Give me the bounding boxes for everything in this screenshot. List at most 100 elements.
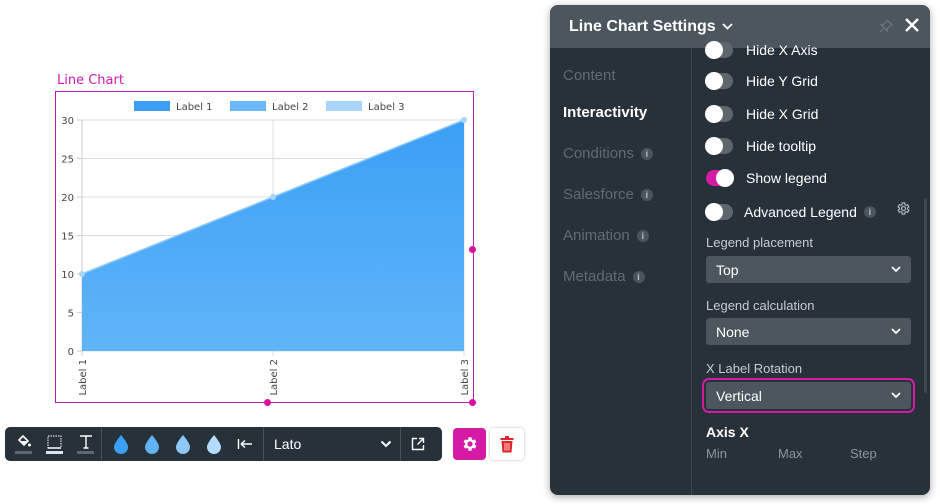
legend-settings-gear-icon[interactable] — [896, 201, 911, 216]
nav-item-salesforce[interactable]: Salesforce i — [563, 186, 653, 203]
chevron-down-icon[interactable] — [722, 23, 733, 30]
text-icon — [79, 434, 92, 449]
axis-x-step-label: Step — [850, 446, 877, 461]
y-tick-label: 0 — [68, 347, 74, 358]
resize-handle-bottom[interactable] — [264, 399, 271, 406]
info-icon[interactable]: i — [636, 229, 649, 242]
hide-tooltip-toggle[interactable] — [705, 137, 733, 155]
font-select[interactable]: Lato — [264, 427, 400, 461]
legend-label: Label 3 — [368, 102, 405, 113]
toggle-row-advanced-legend: Advanced Legend i — [705, 203, 876, 221]
widget-title: Line Chart — [57, 73, 124, 88]
legend-placement-label: Legend placement — [706, 235, 813, 250]
hide-x-axis-toggle[interactable] — [705, 41, 733, 59]
chevron-down-icon — [380, 440, 392, 448]
x-label-rotation-select[interactable]: Vertical — [702, 378, 915, 413]
arrow-to-left-icon — [237, 439, 252, 449]
toggle-label: Hide X Axis — [746, 42, 818, 58]
toggle-label: Hide tooltip — [746, 138, 817, 154]
legend-calculation-label: Legend calculation — [706, 298, 815, 313]
external-link-icon — [411, 437, 425, 451]
chevron-down-icon — [891, 266, 901, 273]
legend-label: Label 1 — [176, 102, 213, 113]
x-label-rotation-label: X Label Rotation — [706, 361, 803, 376]
legend-placement-value: Top — [716, 261, 739, 278]
axis-x-min-label: Min — [706, 446, 727, 461]
resize-handle-right[interactable] — [469, 246, 476, 253]
line-chart: 0 5 10 15 20 25 30 Label 1 Label 2 Label 3 Label 1… — [61, 101, 471, 396]
gear-icon — [463, 437, 476, 451]
x-tick-label: Label 3 — [460, 359, 471, 396]
show-legend-toggle[interactable] — [706, 169, 734, 187]
info-icon[interactable]: i — [640, 147, 653, 160]
toggle-row-hide-y-grid: Hide Y Grid — [705, 72, 818, 90]
legend-swatch — [134, 101, 170, 111]
paint-bucket-icon — [17, 434, 31, 446]
nav-item-animation[interactable]: Animation i — [563, 227, 649, 244]
font-select-value: Lato — [274, 436, 302, 452]
drop-icon — [175, 435, 190, 454]
resize-handle-corner[interactable] — [469, 399, 476, 406]
color-drop-2[interactable] — [136, 427, 167, 461]
legend-calculation-select[interactable]: None — [706, 318, 911, 345]
align-left-button[interactable] — [229, 427, 260, 461]
pin-icon[interactable] — [879, 19, 893, 33]
color-drop-4[interactable] — [198, 427, 229, 461]
settings-content: Hide X Axis Hide Y Grid Hide X Grid Hide… — [693, 41, 930, 495]
text-color-button[interactable] — [70, 427, 101, 461]
chevron-down-icon — [891, 392, 901, 399]
settings-panel: Line Chart Settings Content Interactivit… — [550, 5, 930, 495]
legend-placement-select[interactable]: Top — [706, 256, 911, 283]
toggle-label: Advanced Legend — [744, 204, 857, 220]
drop-icon — [113, 435, 128, 454]
y-tick-label: 25 — [61, 155, 74, 166]
fill-color-button[interactable] — [8, 427, 39, 461]
hide-y-grid-toggle[interactable] — [705, 72, 733, 90]
advanced-legend-toggle[interactable] — [705, 203, 733, 221]
panel-title[interactable]: Line Chart Settings — [569, 18, 716, 36]
nav-item-interactivity[interactable]: Interactivity — [563, 104, 647, 121]
border-button[interactable] — [39, 427, 70, 461]
y-tick-label: 30 — [61, 116, 74, 127]
y-tick-label: 10 — [61, 270, 74, 281]
nav-item-conditions[interactable]: Conditions i — [563, 145, 653, 162]
toggle-row-hide-x-grid: Hide X Grid — [705, 105, 819, 123]
nav-item-metadata[interactable]: Metadata i — [563, 268, 645, 285]
color-drop-1[interactable] — [105, 427, 136, 461]
toggle-row-show-legend: Show legend — [706, 169, 827, 187]
hide-x-grid-toggle[interactable] — [705, 105, 733, 123]
x-tick-label: Label 1 — [78, 359, 89, 396]
toggle-label: Hide X Grid — [746, 106, 819, 122]
side-nav: Content Interactivity Conditions i Sales… — [550, 48, 692, 495]
nav-item-content[interactable]: Content — [563, 67, 616, 84]
data-point — [79, 271, 85, 277]
y-tick-label: 15 — [61, 232, 74, 243]
trash-icon — [500, 435, 514, 452]
toggle-label: Show legend — [746, 170, 827, 186]
y-tick-label: 5 — [68, 309, 74, 320]
legend-swatch — [326, 101, 362, 111]
info-icon[interactable]: i — [632, 270, 645, 283]
x-label-rotation-value: Vertical — [716, 387, 762, 404]
info-icon[interactable]: i — [863, 206, 876, 218]
chart-widget[interactable]: 0 5 10 15 20 25 30 Label 1 Label 2 Label 3 Label 1… — [55, 91, 474, 403]
data-point — [270, 194, 276, 200]
open-external-button[interactable] — [401, 427, 435, 461]
legend-calculation-value: None — [716, 323, 750, 340]
scrollbar[interactable] — [924, 198, 927, 393]
toggle-row-hide-x-axis: Hide X Axis — [705, 41, 818, 59]
close-icon[interactable] — [904, 17, 920, 33]
legend-label: Label 2 — [272, 102, 309, 113]
drop-icon — [206, 435, 221, 454]
color-drop-3[interactable] — [167, 427, 198, 461]
settings-button[interactable] — [453, 428, 486, 460]
toggle-label: Hide Y Grid — [746, 73, 818, 89]
widget-toolbar: Lato — [5, 427, 442, 461]
axis-x-title: Axis X — [706, 424, 749, 440]
info-icon[interactable]: i — [640, 188, 653, 201]
delete-button[interactable] — [490, 428, 524, 460]
data-point — [461, 117, 467, 123]
border-icon — [47, 435, 62, 449]
chevron-down-icon — [891, 328, 901, 335]
y-tick-label: 20 — [61, 193, 74, 204]
